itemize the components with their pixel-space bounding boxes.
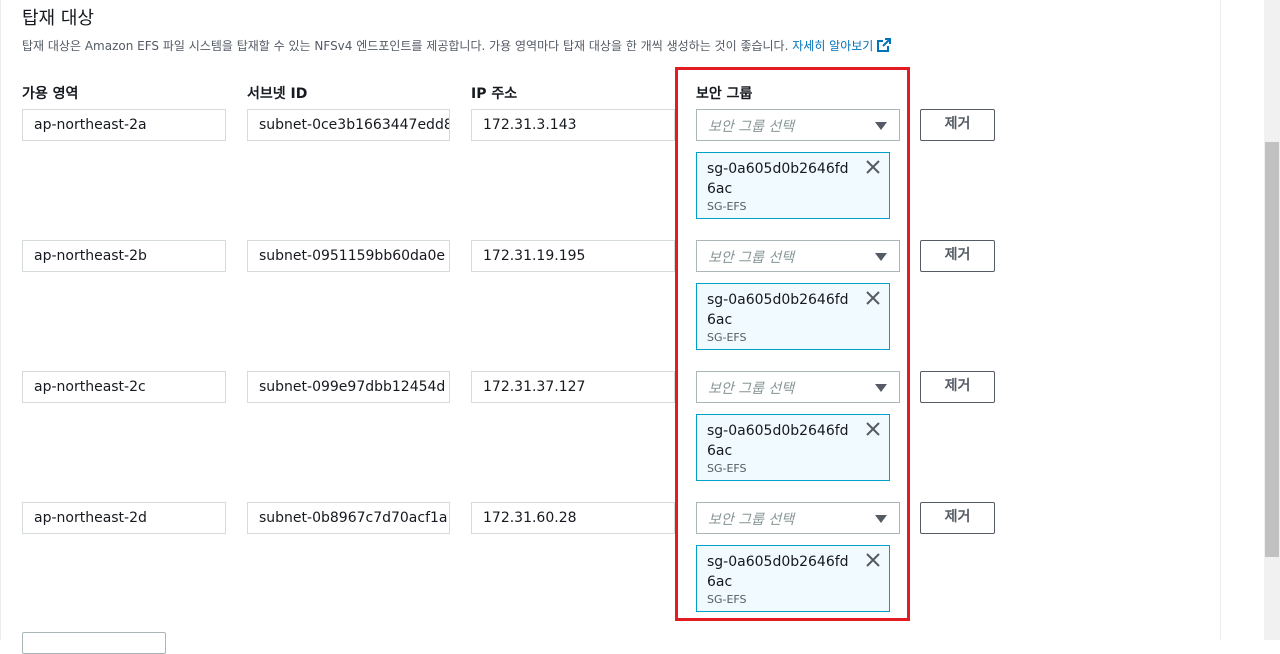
mount-targets-panel — [0, 0, 1221, 640]
ip-field[interactable]: 172.31.37.127 — [471, 371, 675, 403]
token-sg-id: sg-0a605d0b2646fd6ac — [707, 292, 849, 328]
add-mount-target-button[interactable] — [22, 632, 166, 654]
subnet-field[interactable]: subnet-0b8967c7d70acf1a — [247, 502, 450, 534]
remove-button[interactable]: 제거 — [920, 109, 995, 141]
caret-down-icon — [875, 253, 887, 261]
ip-field[interactable]: 172.31.60.28 — [471, 502, 675, 534]
caret-down-icon — [875, 384, 887, 392]
column-header-subnet: 서브넷 ID — [247, 86, 308, 102]
token-sg-id: sg-0a605d0b2646fd6ac — [707, 554, 849, 590]
close-icon[interactable] — [865, 159, 881, 175]
select-placeholder: 보안 그룹 선택 — [708, 119, 795, 135]
token-sg-name: SG-EFS — [707, 200, 747, 213]
subnet-field[interactable]: subnet-0ce3b1663447edd8 — [247, 109, 450, 141]
token-sg-id: sg-0a605d0b2646fd6ac — [707, 161, 849, 197]
token-sg-name: SG-EFS — [707, 331, 747, 344]
select-placeholder: 보안 그룹 선택 — [708, 381, 795, 397]
token-sg-id: sg-0a605d0b2646fd6ac — [707, 423, 849, 459]
caret-down-icon — [875, 122, 887, 130]
token-sg-name: SG-EFS — [707, 462, 747, 475]
az-field[interactable]: ap-northeast-2c — [22, 371, 226, 403]
column-header-ip: IP 주소 — [471, 86, 518, 102]
select-placeholder: 보안 그룹 선택 — [708, 250, 795, 266]
close-icon[interactable] — [865, 290, 881, 306]
scrollbar-thumb[interactable] — [1265, 142, 1279, 557]
security-group-select[interactable]: 보안 그룹 선택 — [696, 109, 900, 141]
remove-button[interactable]: 제거 — [920, 240, 995, 272]
az-field[interactable]: ap-northeast-2a — [22, 109, 226, 141]
description-text: 탑재 대상은 Amazon EFS 파일 시스템을 탑재할 수 있는 NFSv4… — [22, 39, 789, 53]
security-group-token: sg-0a605d0b2646fd6ac SG-EFS — [696, 545, 890, 612]
ip-field[interactable]: 172.31.3.143 — [471, 109, 675, 141]
section-title: 탑재 대상 — [22, 8, 94, 29]
section-description: 탑재 대상은 Amazon EFS 파일 시스템을 탑재할 수 있는 NFSv4… — [22, 37, 892, 54]
close-icon[interactable] — [865, 421, 881, 437]
security-group-token: sg-0a605d0b2646fd6ac SG-EFS — [696, 283, 890, 350]
remove-button[interactable]: 제거 — [920, 502, 995, 534]
security-group-token: sg-0a605d0b2646fd6ac SG-EFS — [696, 414, 890, 481]
caret-down-icon — [875, 515, 887, 523]
security-group-select[interactable]: 보안 그룹 선택 — [696, 371, 900, 403]
ip-field[interactable]: 172.31.19.195 — [471, 240, 675, 272]
subnet-field[interactable]: subnet-099e97dbb12454d — [247, 371, 450, 403]
external-link-icon — [877, 38, 892, 52]
remove-button[interactable]: 제거 — [920, 371, 995, 403]
learn-more-link[interactable]: 자세히 알아보기 — [792, 38, 892, 53]
column-header-security-group: 보안 그룹 — [696, 86, 753, 102]
subnet-field[interactable]: subnet-0951159bb60da0e — [247, 240, 450, 272]
column-header-az: 가용 영역 — [22, 86, 79, 102]
select-placeholder: 보안 그룹 선택 — [708, 512, 795, 528]
az-field[interactable]: ap-northeast-2d — [22, 502, 226, 534]
security-group-select[interactable]: 보안 그룹 선택 — [696, 502, 900, 534]
security-group-token: sg-0a605d0b2646fd6ac SG-EFS — [696, 152, 890, 219]
token-sg-name: SG-EFS — [707, 593, 747, 606]
security-group-select[interactable]: 보안 그룹 선택 — [696, 240, 900, 272]
az-field[interactable]: ap-northeast-2b — [22, 240, 226, 272]
close-icon[interactable] — [865, 552, 881, 568]
